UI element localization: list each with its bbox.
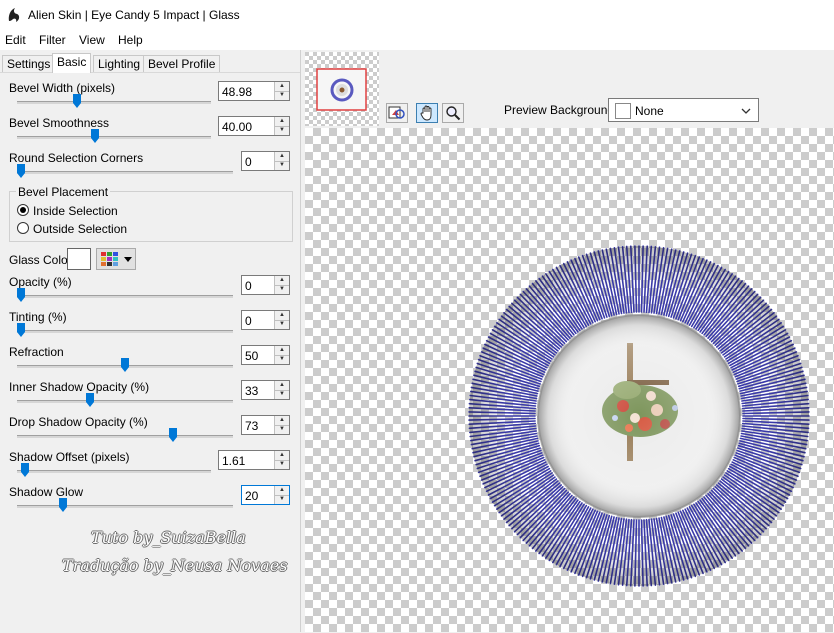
bevel-smoothness-field[interactable]: 40.00 ▲ ▼ [218,116,290,136]
bevel-smoothness-slider[interactable] [17,136,211,139]
app-logo-icon [8,8,20,22]
refraction-slider-thumb[interactable] [121,358,129,372]
tab-settings[interactable]: Settings [2,55,56,72]
preview-image[interactable] [305,128,834,632]
shadow-offset-slider-thumb[interactable] [20,463,29,477]
ring-shading [469,246,809,586]
bevel-width-slider-thumb[interactable] [72,94,81,108]
shadow-glow-field[interactable]: 20 ▲ ▼ [241,485,290,505]
watermark-line-1: Tuto by_SuizaBella [91,528,246,547]
inner-shadow-slider-thumb[interactable] [85,393,94,407]
refraction-field[interactable]: 50 ▲ ▼ [241,345,290,365]
shadow-offset-stepper[interactable]: ▲ ▼ [274,451,289,469]
drop-shadow-label: Drop Shadow Opacity (%) [9,415,148,429]
zoom-button[interactable] [442,103,464,123]
drop-shadow-field[interactable]: 73 ▲ ▼ [241,415,290,435]
hand-pan-button[interactable] [416,103,438,123]
bevel-smoothness-slider-thumb[interactable] [91,129,100,143]
outside-selection-label[interactable]: Outside Selection [33,222,127,236]
shadow-offset-label: Shadow Offset (pixels) [9,450,130,464]
preview-compare-icon [388,106,405,119]
round-corners-stepper[interactable]: ▲ ▼ [274,152,289,170]
bevel-placement-title: Bevel Placement [16,185,111,199]
shadow-glow-slider[interactable] [17,505,233,508]
inner-shadow-slider[interactable] [17,400,233,403]
tinting-stepper[interactable]: ▲ ▼ [274,311,289,329]
hand-pan-icon [420,105,432,121]
shadow-offset-slider[interactable] [17,470,211,473]
tab-basic[interactable]: Basic [52,53,92,73]
opacity-stepper[interactable]: ▲ ▼ [274,276,289,294]
round-corners-label: Round Selection Corners [9,151,144,165]
preview-background-swatch [615,103,631,119]
tinting-slider-thumb[interactable] [17,323,25,337]
inside-selection-label[interactable]: Inside Selection [33,204,118,218]
bevel-width-field[interactable]: 48.98 ▲ ▼ [218,81,290,101]
opacity-label: Opacity (%) [9,275,72,289]
chevron-down-icon [741,108,751,114]
inside-selection-radio[interactable] [17,204,29,216]
shadow-glow-slider-thumb[interactable] [58,498,67,512]
bevel-smoothness-stepper[interactable]: ▲ ▼ [274,117,289,135]
title-bar: Alien Skin | Eye Candy 5 Impact | Glass [0,0,834,30]
tinting-label: Tinting (%) [9,310,67,324]
round-corners-slider-thumb[interactable] [17,164,25,178]
menu-view[interactable]: View [79,33,105,47]
menu-edit[interactable]: Edit [5,33,26,47]
glass-color-swatch[interactable] [67,248,91,270]
window-title: Alien Skin | Eye Candy 5 Impact | Glass [28,8,240,22]
opacity-slider-thumb[interactable] [17,288,25,302]
round-corners-field[interactable]: 0 ▲ ▼ [241,151,290,171]
menu-bar: Edit Filter View Help [0,30,834,50]
inner-shadow-label: Inner Shadow Opacity (%) [9,380,150,394]
preview-canvas[interactable] [305,128,834,632]
menu-filter[interactable]: Filter [39,33,66,47]
drop-shadow-slider[interactable] [17,435,233,438]
preview-compare-button[interactable] [386,103,408,123]
glass-color-picker-button[interactable] [96,248,136,270]
dropdown-arrow-icon [124,257,132,262]
shadow-glow-label: Shadow Glow [9,485,84,499]
bevel-smoothness-label: Bevel Smoothness [9,116,110,130]
tinting-slider[interactable] [17,330,233,333]
inner-shadow-field[interactable]: 33 ▲ ▼ [241,380,290,400]
outside-selection-radio[interactable] [17,222,29,234]
tab-bevel-profile[interactable]: Bevel Profile [143,55,221,72]
navigator-thumbnail[interactable] [305,52,379,126]
glass-color-label: Glass Color [9,253,72,267]
shadow-glow-stepper[interactable]: ▲ ▼ [274,486,289,504]
tinting-field[interactable]: 0 ▲ ▼ [241,310,290,330]
bevel-width-label: Bevel Width (pixels) [9,81,116,95]
watermark-line-2: Tradução by_Neusa Novaes [62,556,288,575]
bevel-width-slider[interactable] [17,101,211,104]
drop-shadow-slider-thumb[interactable] [168,428,177,442]
zoom-icon [446,106,461,121]
preview-background-label: Preview Background: [504,103,618,117]
shadow-offset-field[interactable]: 1.61 ▲ ▼ [218,450,290,470]
round-corners-slider[interactable] [17,171,233,174]
bevel-width-stepper[interactable]: ▲ ▼ [274,82,289,100]
inner-shadow-stepper[interactable]: ▲ ▼ [274,381,289,399]
menu-help[interactable]: Help [118,33,143,47]
tab-lighting[interactable]: Lighting [93,55,146,72]
color-palette-icon [101,252,118,266]
refraction-label: Refraction [9,345,64,359]
opacity-field[interactable]: 0 ▲ ▼ [241,275,290,295]
settings-tabs: Settings Basic Lighting Bevel Profile [0,53,300,73]
preview-background-select[interactable]: None [608,98,759,122]
refraction-stepper[interactable]: ▲ ▼ [274,346,289,364]
drop-shadow-stepper[interactable]: ▲ ▼ [274,416,289,434]
opacity-slider[interactable] [17,295,233,298]
